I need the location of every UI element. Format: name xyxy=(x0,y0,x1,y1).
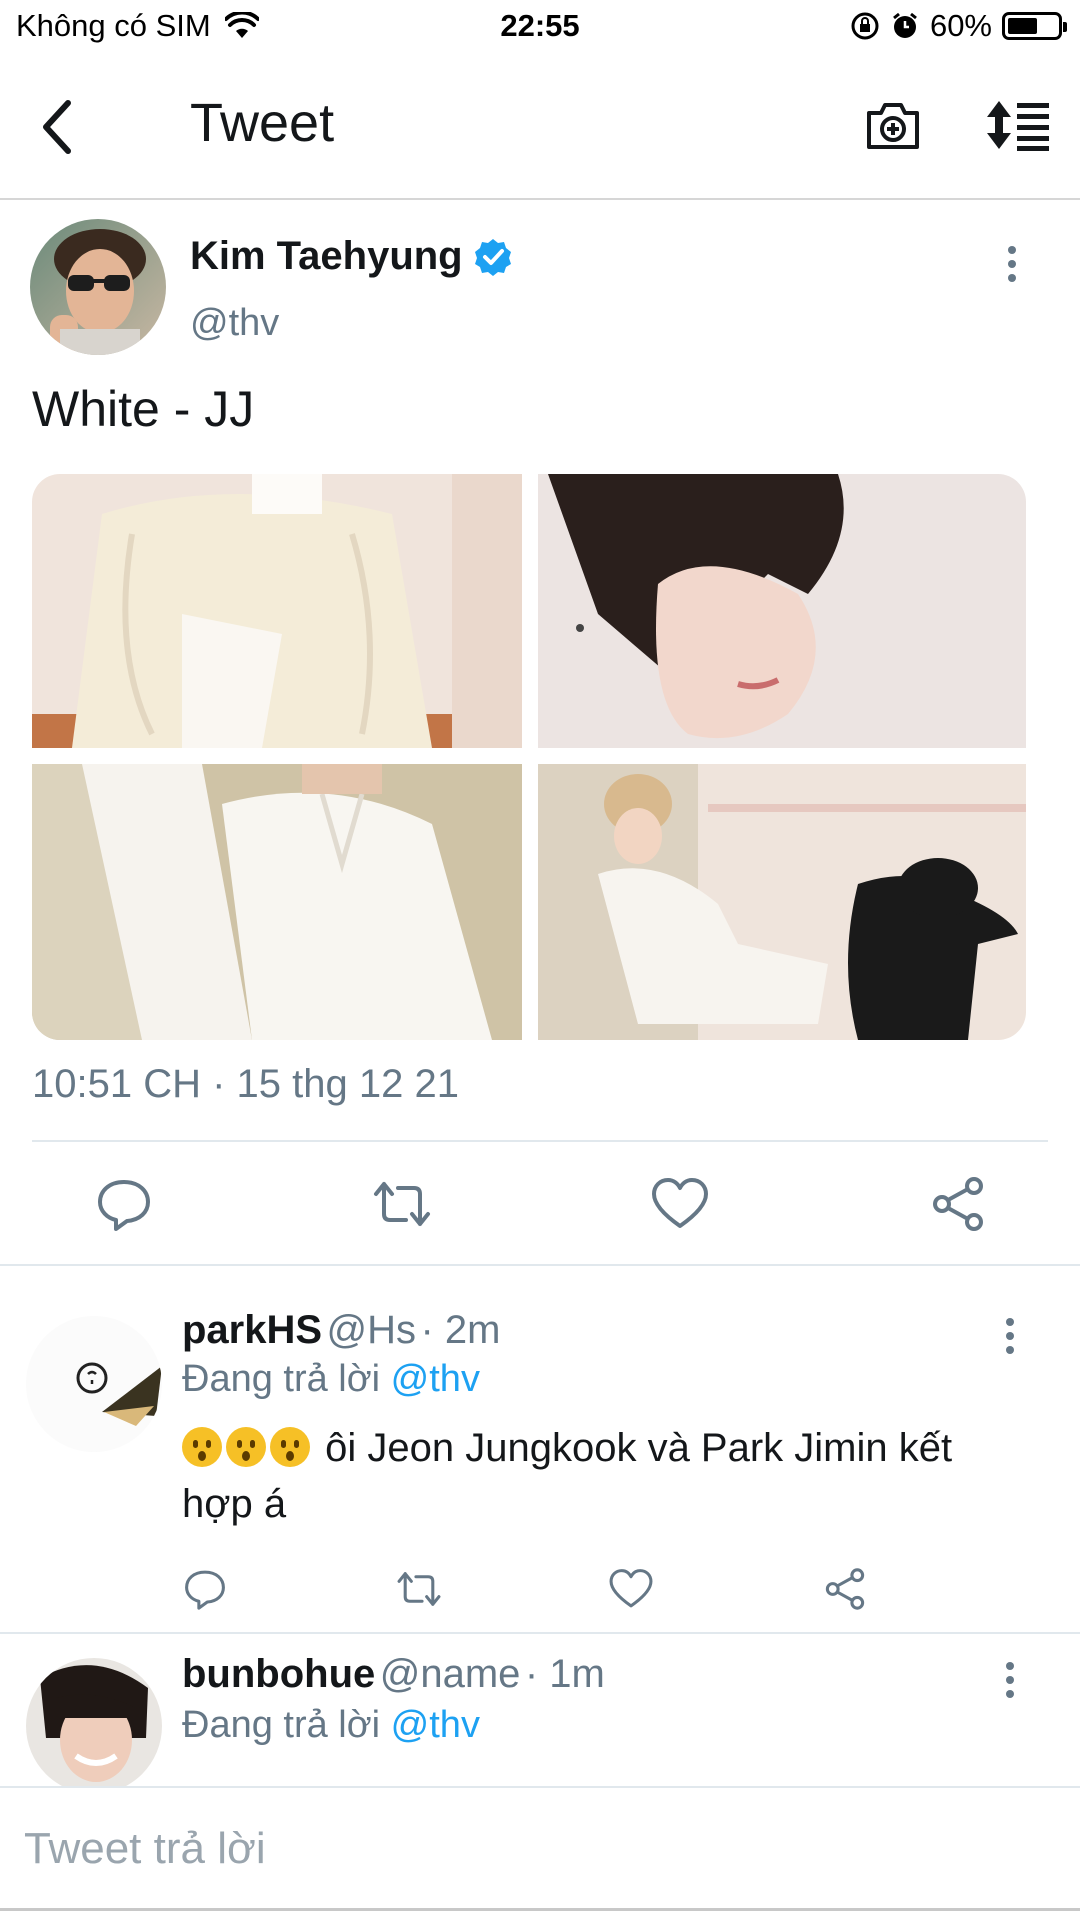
reply-text: ôi Jeon Jungkook và Park Jimin kết hợp á xyxy=(182,1420,1012,1532)
more-vertical-icon xyxy=(1006,1318,1014,1354)
reply-icon xyxy=(185,1570,225,1610)
replying-to-line: Đang trả lời @thv xyxy=(182,1704,480,1747)
photo-white-shirt xyxy=(32,764,522,1040)
replying-prefix: Đang trả lời xyxy=(182,1358,381,1400)
reply-author-handle[interactable]: @Hs xyxy=(327,1308,417,1352)
alarm-icon xyxy=(893,12,917,38)
reply-retweet-button[interactable] xyxy=(394,1564,444,1614)
replying-to-handle[interactable]: @thv xyxy=(391,1358,480,1400)
reply-more-button[interactable] xyxy=(1002,1660,1018,1705)
author-name[interactable]: Kim Taehyung xyxy=(190,234,463,279)
reply-button[interactable] xyxy=(92,1172,156,1236)
reply-author-name[interactable]: bunbohue xyxy=(182,1652,375,1696)
sort-list-icon xyxy=(987,101,1049,151)
reply-avatar-image xyxy=(26,1658,162,1786)
media-photo-2[interactable] xyxy=(538,474,1026,748)
reply-reply-button[interactable] xyxy=(180,1564,230,1614)
reply-like-button[interactable] xyxy=(606,1564,656,1614)
heart-icon xyxy=(609,1569,653,1608)
reply-time: · 1m xyxy=(524,1652,605,1696)
media-photo-4[interactable] xyxy=(538,764,1026,1040)
battery-icon xyxy=(1002,12,1067,40)
photo-sweater xyxy=(32,474,522,748)
share-icon xyxy=(933,1177,983,1231)
chevron-left-icon xyxy=(43,100,71,154)
tweet-text: White - JJ xyxy=(32,381,255,437)
reply-composer xyxy=(0,1786,1080,1922)
tweet-more-button[interactable] xyxy=(1004,244,1020,289)
camera-button[interactable] xyxy=(860,92,926,158)
more-vertical-icon xyxy=(1008,246,1016,282)
like-button[interactable] xyxy=(648,1172,712,1236)
reply-avatar[interactable] xyxy=(26,1316,162,1452)
reply-item[interactable]: parkHS @Hs · 2m Đang trả lời @thv ôi Jeo… xyxy=(0,1266,1080,1632)
media-photo-1[interactable] xyxy=(32,474,522,748)
reply-icon xyxy=(98,1180,150,1231)
hushed-face-emoji-icon xyxy=(226,1427,266,1467)
hushed-face-emoji-icon xyxy=(270,1427,310,1467)
tweet-timestamp: 10:51 CH · 15 thg 12 21 xyxy=(32,1062,459,1106)
author-handle[interactable]: @thv xyxy=(190,302,279,345)
replying-to-handle[interactable]: @thv xyxy=(391,1704,480,1746)
heart-icon xyxy=(652,1178,708,1228)
replying-prefix: Đang trả lời xyxy=(182,1704,381,1746)
more-vertical-icon xyxy=(1006,1662,1014,1698)
status-bar: Không có SIM 22:55 60% xyxy=(0,0,1080,56)
reply-share-button[interactable] xyxy=(820,1564,870,1614)
reply-author-handle[interactable]: @name xyxy=(380,1652,521,1696)
author-name-row: Kim Taehyung xyxy=(190,234,513,279)
retweet-icon xyxy=(374,1182,430,1226)
retweet-button[interactable] xyxy=(370,1172,434,1236)
photo-dog xyxy=(538,764,1026,1040)
camera-plus-icon xyxy=(867,103,919,149)
status-right: 60% xyxy=(850,8,1067,44)
reply-avatar[interactable] xyxy=(26,1658,162,1786)
reply-avatar-image xyxy=(26,1316,162,1452)
tweet-media-grid xyxy=(32,474,1026,1040)
share-icon xyxy=(825,1568,865,1610)
hushed-face-emoji-icon xyxy=(182,1427,222,1467)
reply-header: parkHS @Hs · 2m xyxy=(182,1308,500,1353)
author-avatar[interactable] xyxy=(30,219,166,355)
tweet-action-bar xyxy=(0,1162,1080,1246)
top-nav-bar: Tweet xyxy=(0,56,1080,200)
back-button[interactable] xyxy=(28,92,88,162)
retweet-icon xyxy=(397,1572,441,1606)
author-avatar-image xyxy=(30,219,166,355)
orientation-lock-icon xyxy=(851,12,879,40)
bottom-divider xyxy=(0,1908,1080,1911)
reply-author-name[interactable]: parkHS xyxy=(182,1308,322,1352)
verified-badge-icon xyxy=(474,238,511,276)
reply-header: bunbohue @name · 1m xyxy=(182,1652,605,1697)
reply-input[interactable] xyxy=(22,1818,1026,1880)
battery-percent: 60% xyxy=(929,8,992,43)
media-photo-3[interactable] xyxy=(32,764,522,1040)
divider xyxy=(32,1140,1048,1142)
photo-portrait xyxy=(538,474,1026,748)
share-button[interactable] xyxy=(926,1172,990,1236)
replying-to-line: Đang trả lời @thv xyxy=(182,1358,480,1401)
reply-time: · 2m xyxy=(420,1308,501,1352)
sort-button[interactable] xyxy=(982,92,1054,158)
reply-item[interactable]: bunbohue @name · 1m Đang trả lời @thv xyxy=(0,1634,1080,1786)
page-title: Tweet xyxy=(190,93,335,153)
reply-more-button[interactable] xyxy=(1002,1316,1018,1361)
